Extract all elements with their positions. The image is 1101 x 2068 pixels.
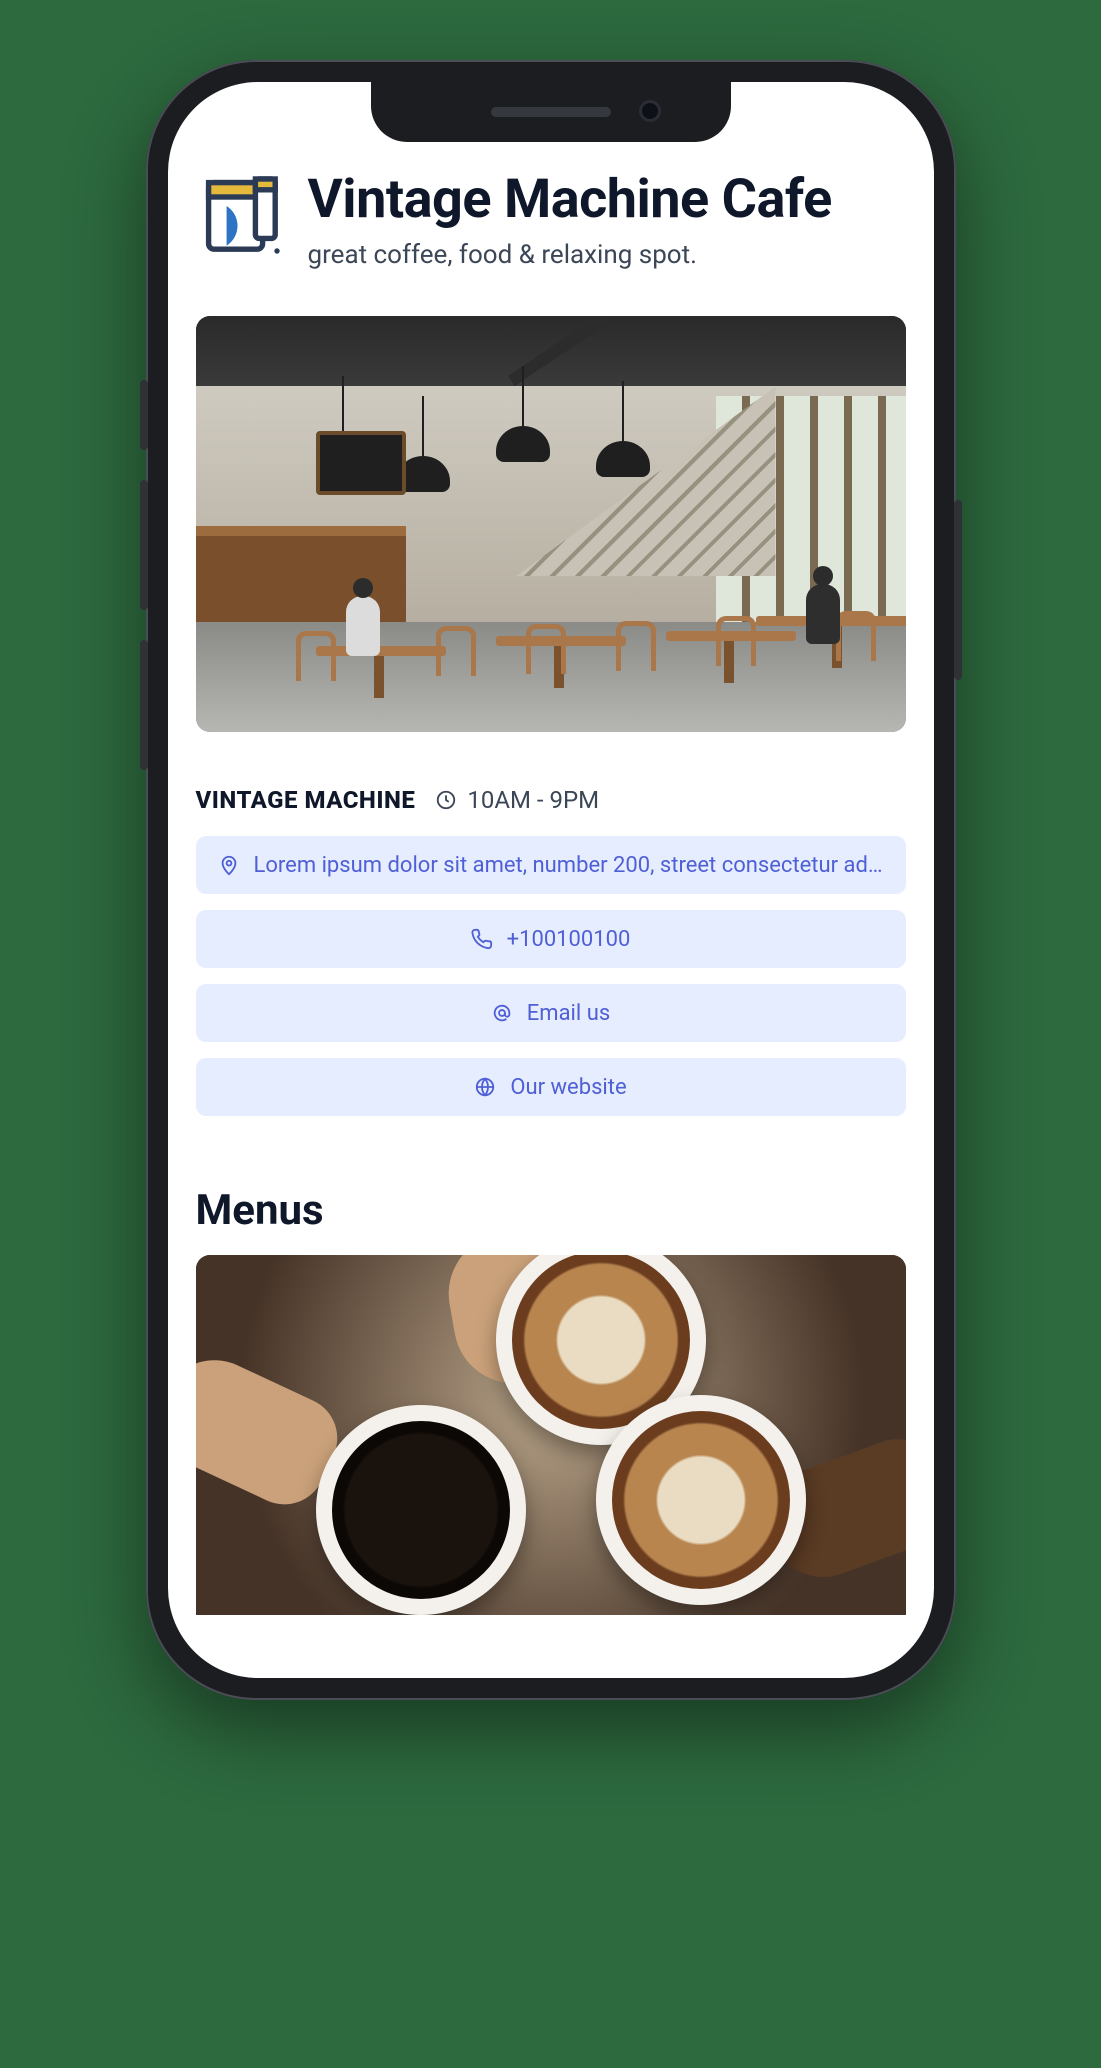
phone-side-button [954, 500, 962, 680]
phone-side-button [140, 480, 148, 610]
info-row: VINTAGE MACHINE 10AM - 9PM [196, 786, 906, 814]
page-subtitle: great coffee, food & relaxing spot. [308, 240, 832, 270]
hero-image [196, 316, 906, 732]
hours-text: 10AM - 9PM [467, 786, 599, 814]
phone-camera [639, 100, 661, 122]
page-title: Vintage Machine Cafe [308, 170, 832, 230]
email-text: Email us [527, 1001, 610, 1026]
phone-button[interactable]: +100100100 [196, 910, 906, 968]
phone-side-button [140, 640, 148, 770]
phone-side-button [140, 380, 148, 450]
title-block: Vintage Machine Cafe great coffee, food … [308, 170, 832, 270]
address-text: Lorem ipsum dolor sit amet, number 200, … [254, 853, 884, 878]
clock-icon [435, 789, 457, 811]
phone-frame: Vintage Machine Cafe great coffee, food … [146, 60, 956, 1700]
map-pin-icon [218, 854, 240, 876]
cafe-logo-icon [196, 170, 286, 260]
website-button[interactable]: Our website [196, 1058, 906, 1116]
email-button[interactable]: Email us [196, 984, 906, 1042]
menus-heading: Menus [196, 1186, 906, 1235]
website-text: Our website [510, 1075, 626, 1100]
phone-screen: Vintage Machine Cafe great coffee, food … [168, 82, 934, 1678]
menus-image[interactable] [196, 1255, 906, 1615]
phone-notch [371, 82, 731, 142]
opening-hours: 10AM - 9PM [435, 786, 599, 814]
venue-name: VINTAGE MACHINE [196, 786, 416, 814]
phone-icon [471, 928, 493, 950]
address-button[interactable]: Lorem ipsum dolor sit amet, number 200, … [196, 836, 906, 894]
globe-icon [474, 1076, 496, 1098]
app-screen[interactable]: Vintage Machine Cafe great coffee, food … [168, 82, 934, 1678]
phone-speaker [491, 107, 611, 117]
phone-text: +100100100 [507, 927, 631, 952]
at-sign-icon [491, 1002, 513, 1024]
page-header: Vintage Machine Cafe great coffee, food … [196, 170, 906, 270]
